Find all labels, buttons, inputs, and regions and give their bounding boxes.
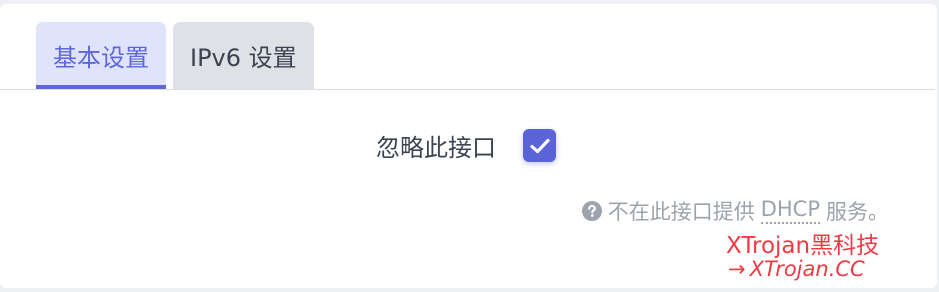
checkmark-icon — [529, 138, 550, 153]
help-text-after: 服务。 — [826, 200, 889, 224]
field-help-text: 不在此接口提供 DHCP 服务。 — [581, 196, 889, 226]
tab-ipv6-settings-label: IPv6 设置 — [190, 44, 297, 72]
tab-ipv6-settings[interactable]: IPv6 设置 — [173, 22, 314, 89]
tab-bar: 基本设置 IPv6 设置 — [36, 22, 314, 89]
arrow-right-icon: → — [728, 257, 746, 281]
tab-basic-settings[interactable]: 基本设置 — [36, 22, 166, 89]
watermark-title: XTrojan黑科技 — [726, 233, 880, 259]
ignore-interface-checkbox[interactable] — [523, 129, 556, 162]
watermark-url-line: → XTrojan.CC — [728, 257, 865, 281]
dhcp-abbreviation: DHCP — [760, 198, 820, 224]
tab-divider — [0, 89, 935, 90]
help-text-before: 不在此接口提供 — [607, 200, 755, 224]
ignore-interface-label: 忽略此接口 — [376, 134, 496, 162]
watermark-url: XTrojan.CC — [749, 257, 865, 281]
question-circle-icon — [581, 201, 602, 221]
tab-basic-settings-label: 基本设置 — [53, 44, 149, 72]
